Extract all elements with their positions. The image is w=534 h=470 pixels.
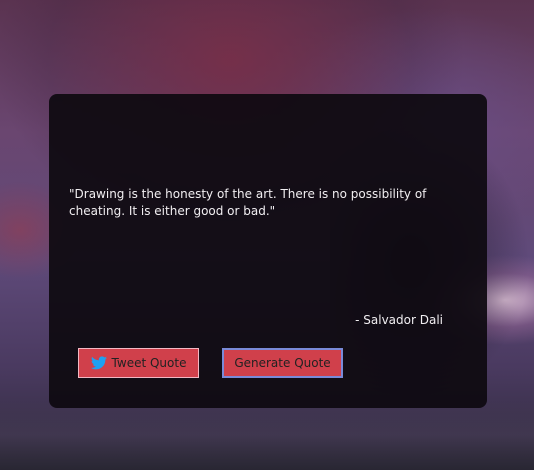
- quote-text: "Drawing is the honesty of the art. Ther…: [69, 187, 427, 218]
- tweet-quote-label: Tweet Quote: [111, 356, 187, 370]
- generate-quote-button[interactable]: Generate Quote: [222, 348, 343, 378]
- twitter-icon: [90, 356, 107, 370]
- generate-quote-label: Generate Quote: [234, 356, 331, 370]
- tweet-quote-button[interactable]: Tweet Quote: [78, 348, 199, 378]
- quote-author: - Salvador Dali: [355, 313, 443, 327]
- background-ground: [0, 400, 534, 470]
- quote-card: "Drawing is the honesty of the art. Ther…: [49, 94, 487, 408]
